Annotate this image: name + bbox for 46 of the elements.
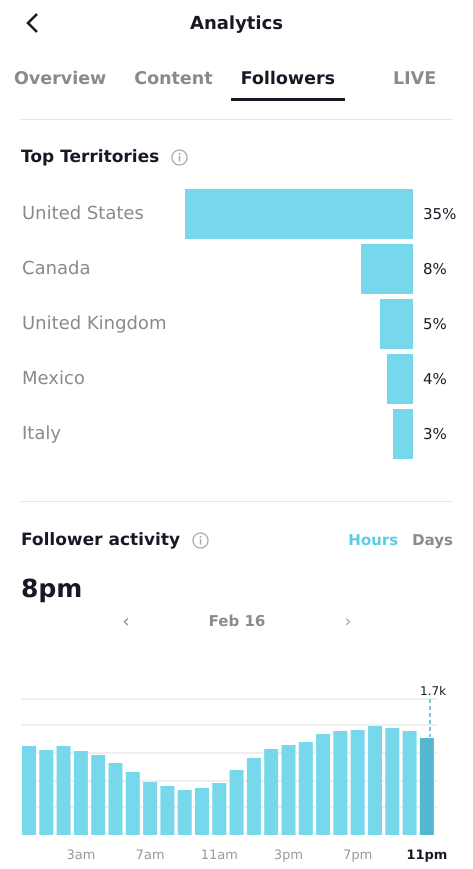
- territory-bar: [360, 244, 413, 294]
- percent-label: 8%: [422, 260, 448, 278]
- activity-bar: [143, 782, 158, 835]
- previous-button[interactable]: ‹: [119, 610, 133, 632]
- country-label: United Kingdom: [21, 313, 168, 334]
- activity-bar: [126, 772, 140, 835]
- axis-label: 7am: [134, 848, 166, 863]
- axis-label: 7pm: [342, 848, 374, 863]
- territory-bar: [386, 354, 413, 404]
- activity-bar: [178, 790, 192, 835]
- section-title: Top Territories: [21, 147, 160, 167]
- dashed-marker-line: [429, 699, 431, 737]
- value-label: 1.7k: [420, 684, 446, 698]
- info-icon[interactable]: [171, 148, 188, 166]
- mode-tab[interactable]: Days: [408, 531, 453, 549]
- next-button[interactable]: ›: [341, 610, 355, 632]
- activity-bar: [195, 788, 209, 835]
- percent-label: 5%: [422, 314, 448, 332]
- tab[interactable]: Content: [124, 46, 223, 101]
- back-icon[interactable]: [25, 12, 39, 34]
- country-label: Canada: [21, 258, 92, 279]
- page-title: Analytics: [190, 12, 283, 34]
- territory-bar: [393, 408, 413, 458]
- territory-bar: [380, 298, 413, 348]
- activity-bar: [160, 786, 174, 835]
- activity-bar: [230, 770, 244, 835]
- date-label: Feb 16: [208, 612, 266, 630]
- section-title: Follower activity: [21, 530, 180, 550]
- activity-bar: [212, 783, 226, 835]
- tab[interactable]: LIVE: [383, 46, 446, 101]
- activity-bar: [108, 763, 122, 835]
- axis-label: 3am: [65, 848, 96, 863]
- axis-label: 3pm: [272, 848, 304, 863]
- country-label: Italy: [21, 423, 62, 444]
- mode-tab[interactable]: Hours: [344, 531, 398, 549]
- tab[interactable]: Followers: [230, 46, 345, 101]
- info-icon[interactable]: [192, 532, 210, 548]
- axis-label: 11pm: [405, 848, 448, 863]
- country-label: United States: [21, 203, 145, 224]
- selected-time: 8pm: [20, 573, 84, 603]
- percent-label: 35%: [422, 204, 458, 222]
- country-label: Mexico: [21, 368, 86, 389]
- tab[interactable]: Overview: [4, 46, 116, 101]
- percent-label: 3%: [422, 424, 448, 442]
- axis-label: 11am: [200, 848, 239, 863]
- percent-label: 4%: [422, 370, 448, 388]
